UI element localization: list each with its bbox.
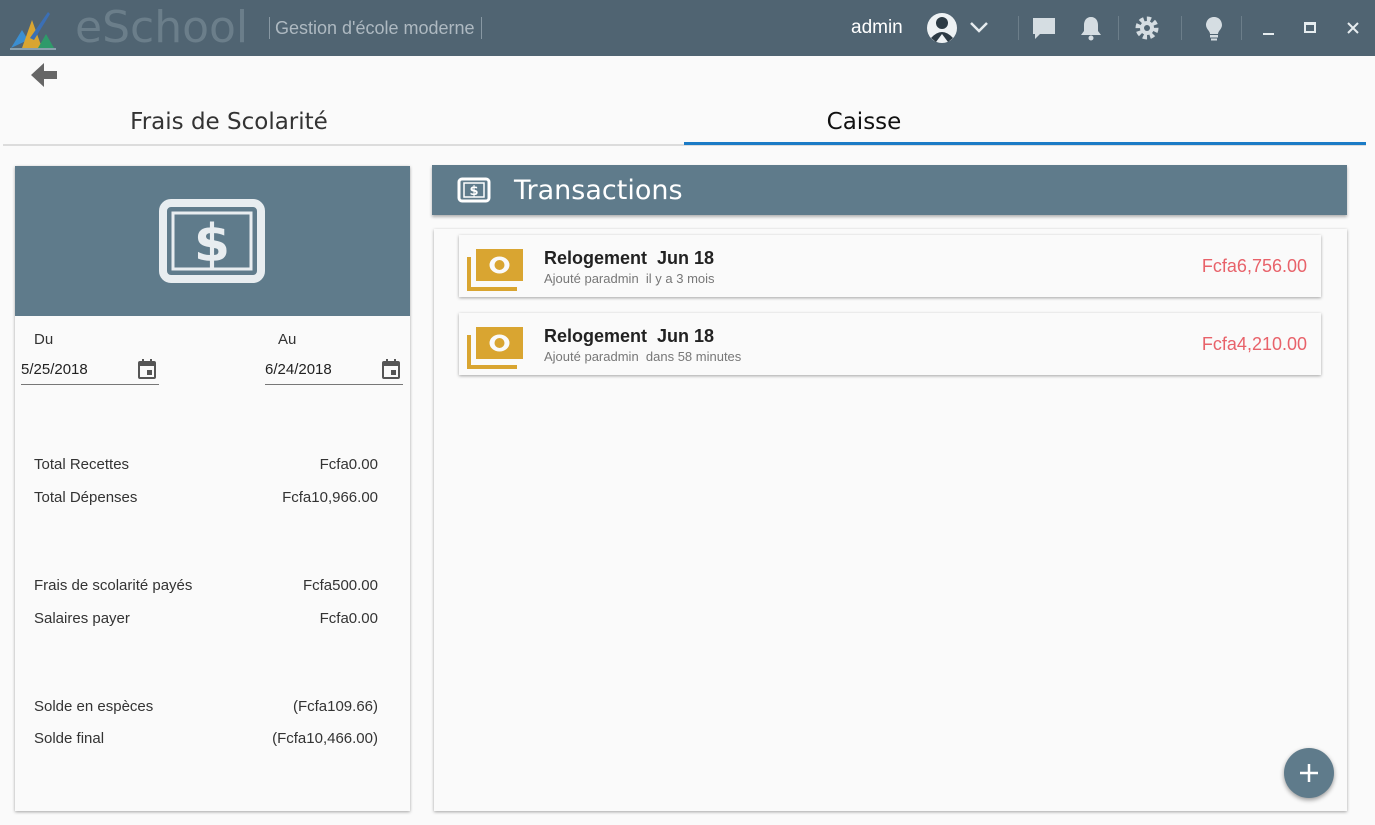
total-depenses-value: Fcfa10,966.00 <box>282 489 378 506</box>
money-icon: $ <box>457 177 491 203</box>
transaction-name: Relogement Jun 18 <box>544 248 715 268</box>
solde-final-value: (Fcfa10,466.00) <box>272 730 378 747</box>
chevron-down-icon[interactable] <box>968 16 990 38</box>
transactions-title: Transactions <box>514 175 683 206</box>
title-bar: eSchool Gestion d'école moderne admin <box>0 0 1375 56</box>
toolbar-divider <box>1181 16 1182 40</box>
solde-especes-value: (Fcfa109.66) <box>292 698 378 715</box>
bell-icon[interactable] <box>1077 14 1105 42</box>
user-name[interactable]: admin <box>851 17 903 39</box>
plus-icon <box>1300 764 1318 782</box>
transaction-name: Relogement Jun 18 <box>544 326 715 346</box>
toolbar-divider <box>1241 16 1242 40</box>
summary-card-header: $ <box>15 166 410 316</box>
summary-card: $ Du Au 5/25/2018 6/24/2018 Total Recett… <box>15 166 410 811</box>
solde-final-label: Solde final <box>34 730 105 747</box>
frais-payes-value: Fcfa500.00 <box>302 577 378 594</box>
tab-frais-de-scolarite[interactable]: Frais de Scolarité <box>3 96 455 146</box>
date-to-field[interactable]: 6/24/2018 <box>265 359 403 385</box>
date-to-label: Au <box>278 331 297 348</box>
transactions-panel: Relogement Jun 18 Ajouté paradmin il y a… <box>434 229 1347 811</box>
subtitle-divider <box>481 17 482 39</box>
solde-especes-label: Solde en espèces <box>34 698 154 715</box>
date-to-value: 6/24/2018 <box>265 361 332 378</box>
title-divider <box>269 17 270 39</box>
app-name: eSchool <box>75 2 249 53</box>
app-subtitle: Gestion d'école moderne <box>275 18 475 38</box>
app-logo-icon <box>10 12 56 50</box>
money-icon: $ <box>159 199 265 283</box>
total-recettes-label: Total Recettes <box>34 456 130 473</box>
add-transaction-button[interactable] <box>1284 748 1334 798</box>
cash-icon <box>467 249 523 291</box>
minimize-icon[interactable] <box>1255 14 1283 42</box>
transaction-item[interactable]: Relogement Jun 18 Ajouté paradmin dans 5… <box>459 313 1321 375</box>
date-from-value: 5/25/2018 <box>21 361 88 378</box>
total-recettes-value: Fcfa0.00 <box>319 456 378 473</box>
date-from-field[interactable]: 5/25/2018 <box>21 359 159 385</box>
chat-icon[interactable] <box>1030 14 1058 42</box>
maximize-icon[interactable] <box>1296 14 1324 42</box>
transaction-amount: Fcfa4,210.00 <box>1201 334 1307 354</box>
total-depenses-label: Total Dépenses <box>34 489 138 506</box>
frais-payes-label: Frais de scolarité payés <box>34 577 193 594</box>
transaction-item[interactable]: Relogement Jun 18 Ajouté paradmin il y a… <box>459 235 1321 297</box>
cash-icon <box>467 327 523 369</box>
avatar[interactable] <box>926 12 958 44</box>
tab-caisse[interactable]: Caisse <box>684 96 1044 146</box>
date-from-label: Du <box>34 331 54 348</box>
tab-bar: Frais de Scolarité Caisse <box>3 96 1366 146</box>
salaires-label: Salaires payer <box>34 610 130 627</box>
active-tab-indicator <box>684 142 1366 145</box>
toolbar-divider <box>1018 16 1019 40</box>
svg-text:$: $ <box>469 184 478 199</box>
lightbulb-icon[interactable] <box>1200 14 1228 42</box>
svg-text:$: $ <box>194 214 230 274</box>
gear-icon[interactable] <box>1133 14 1161 42</box>
calendar-icon[interactable] <box>382 359 400 379</box>
transactions-header: $ Transactions <box>432 165 1347 215</box>
salaires-value: Fcfa0.00 <box>319 610 378 627</box>
close-icon[interactable] <box>1339 14 1367 42</box>
transaction-meta: Ajouté paradmin il y a 3 mois <box>544 271 715 286</box>
calendar-icon[interactable] <box>138 359 156 379</box>
transaction-amount: Fcfa6,756.00 <box>1201 256 1307 276</box>
toolbar-divider <box>1118 16 1119 40</box>
back-arrow-icon[interactable] <box>28 60 60 92</box>
transaction-meta: Ajouté paradmin dans 58 minutes <box>544 349 742 364</box>
